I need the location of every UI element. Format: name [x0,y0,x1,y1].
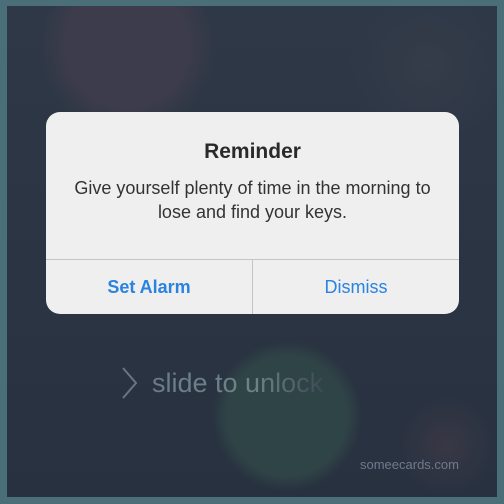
chevron-right-icon [122,367,138,399]
watermark: someecards.com [360,457,459,472]
alert-message: Give yourself plenty of time in the morn… [74,178,431,222]
alert-buttons: Set Alarm Dismiss [46,259,459,314]
set-alarm-button[interactable]: Set Alarm [46,260,253,314]
dismiss-button[interactable]: Dismiss [253,260,459,314]
slide-label: slide to unlock [152,367,324,398]
slide-to-unlock[interactable]: slide to unlock [120,366,323,400]
reminder-alert: Reminder Give yourself plenty of time in… [46,112,459,314]
alert-title: Reminder [204,140,301,163]
